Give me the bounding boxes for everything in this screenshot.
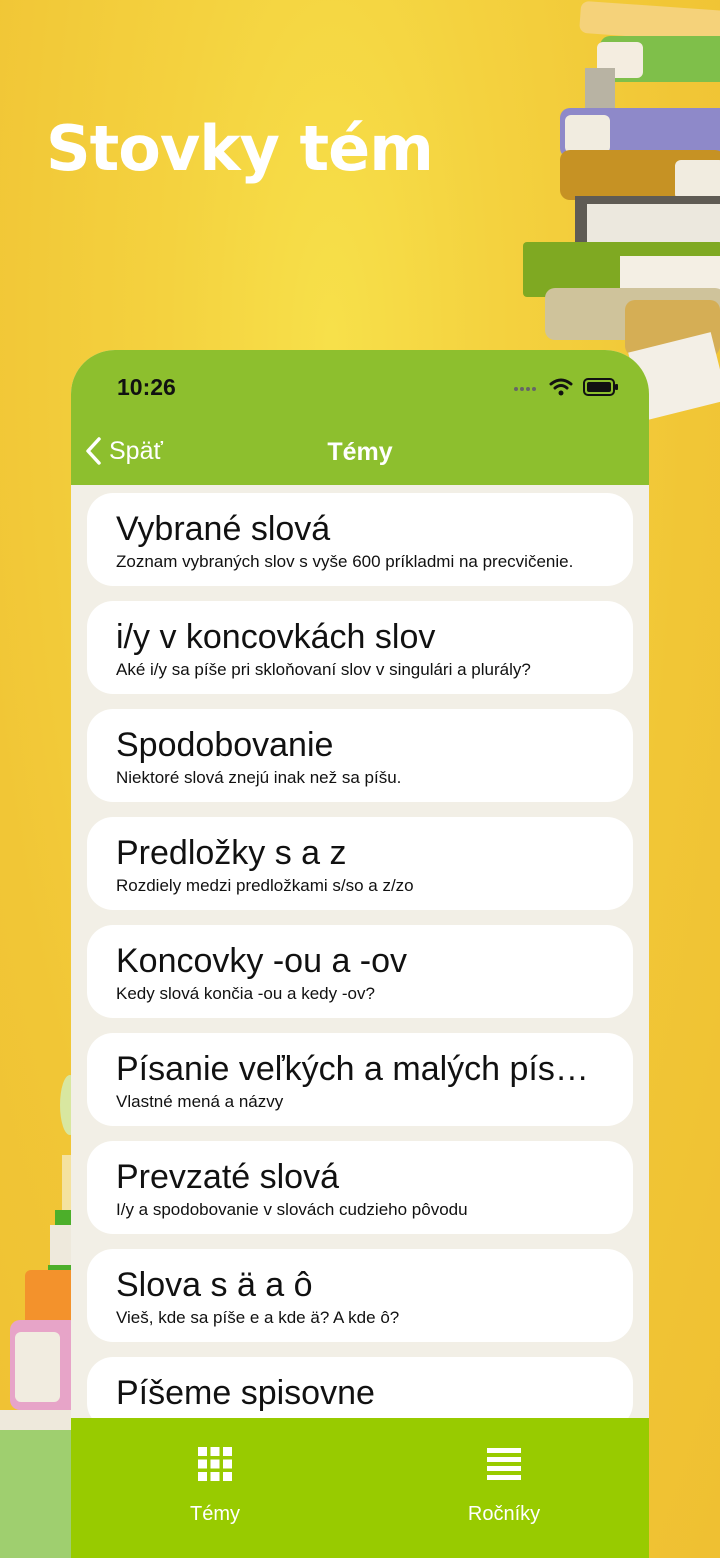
tab-temy[interactable]: Témy <box>115 1446 315 1526</box>
topics-list[interactable]: Vybrané slová Zoznam vybraných slov s vy… <box>87 493 633 1418</box>
wifi-icon <box>549 378 573 396</box>
topic-card[interactable]: Spodobovanie Niektoré slová znejú inak n… <box>87 709 633 802</box>
topic-title: Písanie veľkých a malých písmen <box>116 1050 605 1088</box>
tab-bar: Témy Ročníky <box>71 1418 649 1558</box>
phone-screen: 10:26 Späť Témy Vybrané slová Zoznam vyb… <box>71 350 649 1558</box>
topic-card[interactable]: Píšeme spisovne <box>87 1357 633 1418</box>
topic-title: Spodobovanie <box>116 726 334 764</box>
topic-title: Píšeme spisovne <box>116 1374 375 1412</box>
headline: Stovky tém <box>46 112 434 185</box>
status-icons <box>513 378 619 396</box>
topic-card[interactable]: Vybrané slová Zoznam vybraných slov s vy… <box>87 493 633 586</box>
tab-label: Ročníky <box>467 1503 541 1525</box>
topic-title: i/y v koncovkách slov <box>116 618 436 656</box>
topic-subtitle: Vlastné mená a názvy <box>116 1092 284 1111</box>
topic-subtitle: Aké i/y sa píše pri skloňovaní slov v si… <box>116 660 531 679</box>
topic-subtitle: Rozdiely medzi predložkami s/so a z/zo <box>116 876 414 895</box>
tab-rocniky[interactable]: Ročníky <box>404 1446 604 1526</box>
grid-icon <box>198 1447 232 1481</box>
topic-card[interactable]: i/y v koncovkách slov Aké i/y sa píše pr… <box>87 601 633 694</box>
signal-icon <box>514 387 536 391</box>
app-header: 10:26 Späť Témy <box>71 350 649 485</box>
topic-title: Slova s ä a ô <box>116 1266 313 1304</box>
tab-label: Témy <box>190 1503 240 1525</box>
topic-subtitle: Zoznam vybraných slov s vyše 600 príklad… <box>116 552 574 571</box>
topic-card[interactable]: Písanie veľkých a malých písmen Vlastné … <box>87 1033 633 1126</box>
topic-card[interactable]: Slova s ä a ô Vieš, kde sa píše e a kde … <box>87 1249 633 1342</box>
books-stack-illustration-left <box>0 1075 80 1558</box>
topic-subtitle: Vieš, kde sa píše e a kde ä? A kde ô? <box>116 1308 400 1327</box>
battery-icon <box>583 378 618 396</box>
topic-title: Vybrané slová <box>116 510 331 548</box>
topic-subtitle: Niektoré slová znejú inak než sa píšu. <box>116 768 402 787</box>
topic-title: Prevzaté slová <box>116 1158 339 1196</box>
list-icon <box>487 1448 521 1480</box>
topic-card[interactable]: Prevzaté slová I/y a spodobovanie v slov… <box>87 1141 633 1234</box>
topic-card[interactable]: Predložky s a z Rozdiely medzi predložka… <box>87 817 633 910</box>
topic-title: Predložky s a z <box>116 834 347 872</box>
topic-subtitle: Kedy slová končia -ou a kedy -ov? <box>116 984 375 1003</box>
topic-title: Koncovky -ou a -ov <box>116 942 408 980</box>
topic-card[interactable]: Koncovky -ou a -ov Kedy slová končia -ou… <box>87 925 633 1018</box>
topic-subtitle: I/y a spodobovanie v slovách cudzieho pô… <box>116 1200 468 1219</box>
status-time: 10:26 <box>117 374 176 400</box>
nav-title: Témy <box>327 438 393 466</box>
